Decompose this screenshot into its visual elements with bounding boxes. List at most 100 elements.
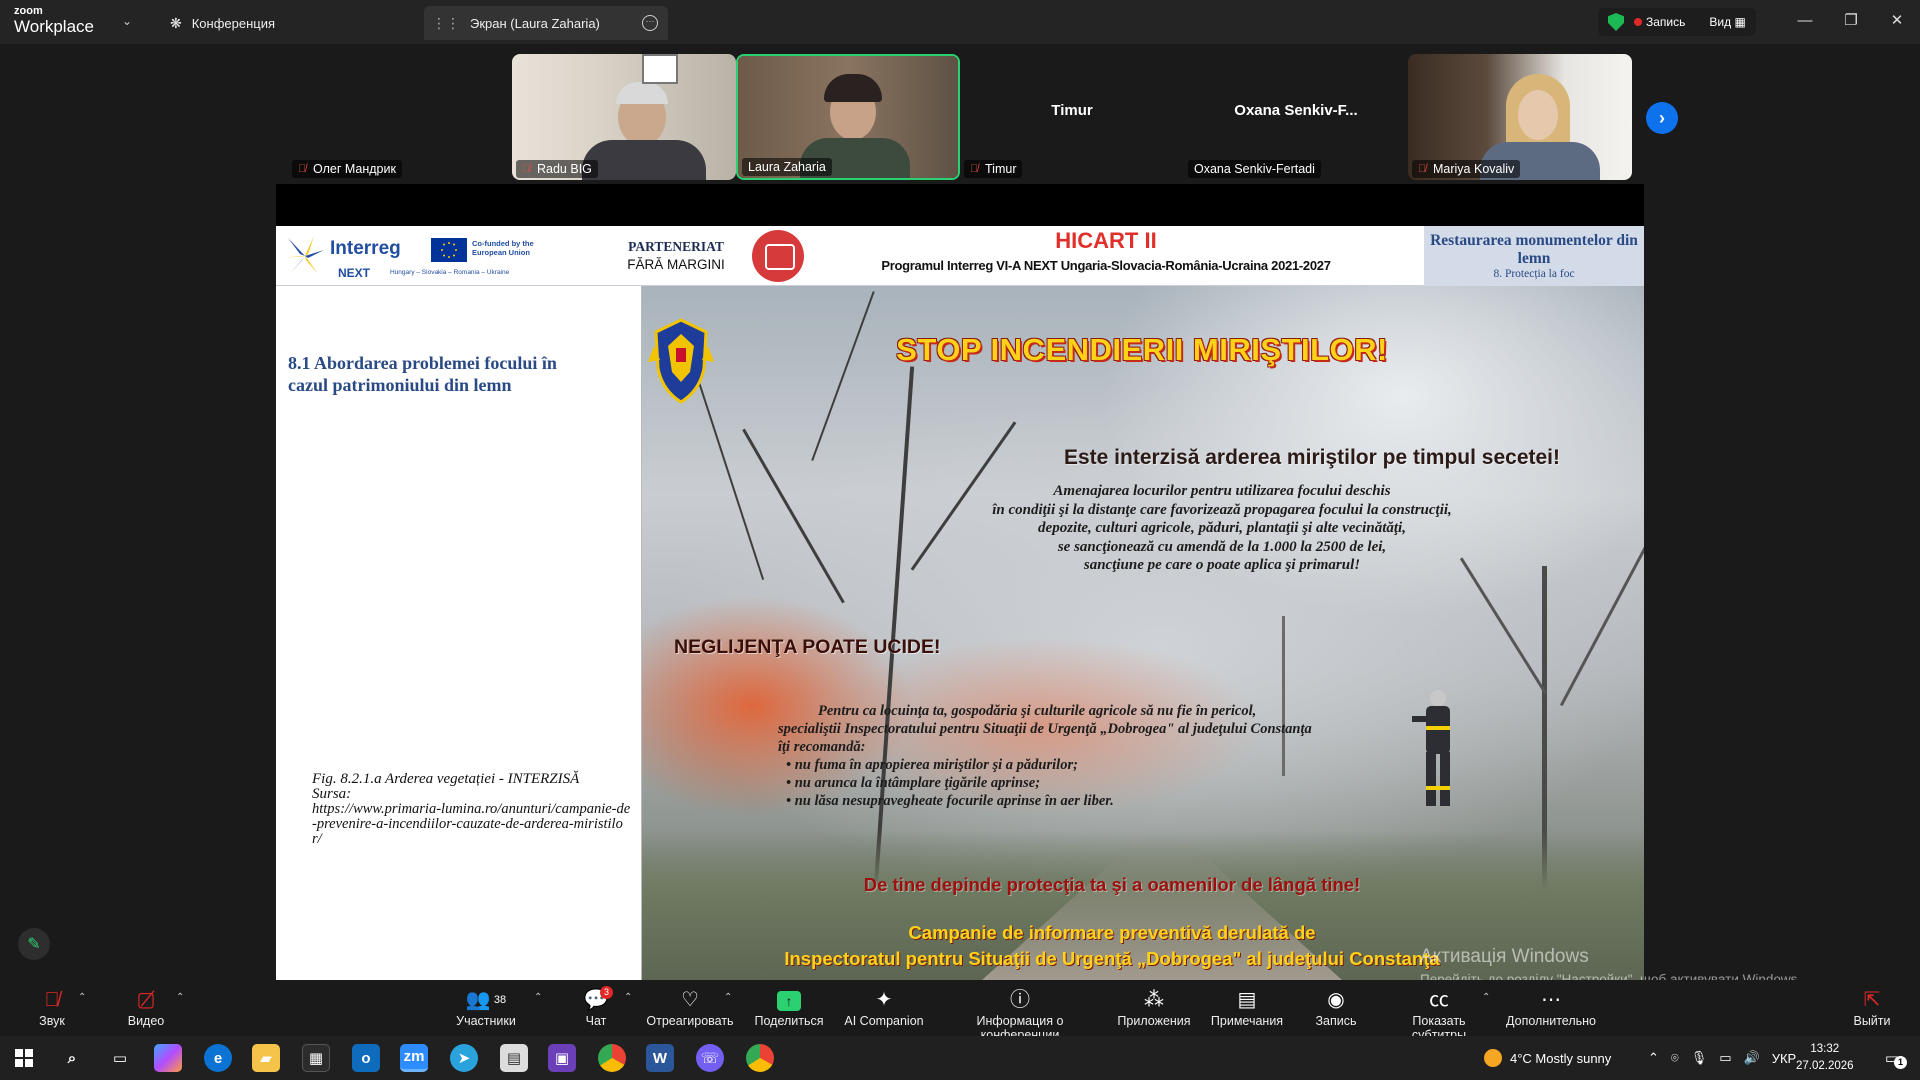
poster-amenda-text: Amenajarea locurilor pentru utilizarea f… [922,482,1522,575]
participant-tile[interactable]: 🎙̸ Олег Мандрик [288,54,512,180]
audio-button[interactable]: 🎙̸ Звук [30,988,74,1028]
notes-button[interactable]: ▤ Примечания [1208,988,1286,1028]
tab-conference[interactable]: ❋ Конференция [170,6,275,40]
ai-companion-button[interactable]: ✦ AI Companion [842,988,926,1028]
chat-button[interactable]: 💬 3 Чат [576,986,616,1028]
participants-options-caret[interactable]: ⌃ [534,992,542,1003]
apps-button[interactable]: ⁂ Приложения [1114,988,1194,1028]
captions-options-caret[interactable]: ⌃ [1482,992,1490,1003]
heritage-logo-icon [752,230,804,282]
chevron-down-icon[interactable]: ⌄ [122,14,132,28]
chapter-box: Restaurarea monumentelor din lemn 8. Pro… [1424,226,1644,286]
share-button[interactable]: ↑ Поделиться [752,988,826,1028]
clock[interactable]: 13:32 27.02.2026 [1796,1041,1854,1075]
apps-icon: ⁂ [1144,989,1164,1011]
windows-start-icon[interactable] [10,1044,38,1072]
poster-amenda-line: Amenajarea locurilor pentru utilizarea f… [1053,483,1391,499]
camera-off-icon: ▢̸ [136,989,156,1011]
participant-tile[interactable]: Timur 🎙̸ Timur [960,54,1184,180]
tree-branch [1559,545,1644,707]
volume-icon[interactable]: 🔊 [1744,1050,1760,1066]
eu-flag-icon [431,238,467,262]
record-label: Запись [1646,15,1686,29]
participants-count: 38 [493,994,507,1006]
weather-widget[interactable]: 4°C Mostly sunny [1484,1036,1611,1080]
record-button[interactable]: ◉ Запись [1310,988,1362,1028]
poster-rec-bullet: • nu arunca la întâmplare ţigările aprin… [786,775,1041,791]
tab-screen-share[interactable]: ⋮⋮ Экран (Laura Zaharia) ··· [424,6,668,40]
zoom-taskbar-icon[interactable]: zm [400,1044,428,1072]
network-icon[interactable]: ▭ [1719,1050,1731,1066]
video-options-caret[interactable]: ⌃ [176,992,184,1003]
recording-indicator[interactable]: Запись [1634,15,1685,29]
more-icon[interactable]: ··· [642,15,658,31]
edge-icon[interactable]: e [204,1044,232,1072]
more-button[interactable]: ⋯ Дополнительно [1504,988,1598,1028]
next-page-button[interactable]: › [1646,102,1678,134]
poster-campaign: Campanie de informare preventivă derulat… [702,920,1522,972]
language-indicator[interactable]: УКР [1772,1051,1797,1066]
leave-button[interactable]: ⇱ Выйти [1852,988,1892,1028]
interreg-next: NEXT [338,266,371,280]
notepad-icon[interactable]: ▤ [500,1044,528,1072]
poster-neglijenta: NEGLIJENŢA POATE UCIDE! [674,636,941,658]
notes-icon: ▤ [1237,989,1257,1011]
outlook-icon[interactable]: o [352,1044,380,1072]
search-icon[interactable]: ⌕ [58,1044,86,1072]
poster-depinde: De tine depinde protecţia ta şi a oameni… [863,874,1361,895]
muted-mic-icon: 🎙̸ [298,163,307,175]
notifications-icon[interactable]: ▭ 1 [1878,1044,1908,1072]
react-button[interactable]: ♡ Отреагировать [644,988,736,1028]
participant-tile-active[interactable]: Laura Zaharia [736,54,960,180]
tree-branch [811,291,875,461]
zoom-logo[interactable]: zoom Workplace [14,6,94,36]
participant-tile[interactable]: 🎙̸ Mariya Kovaliv [1408,54,1632,180]
fire-poster: STOP INCENDIERII MIRIŞTILOR! Este interz… [642,286,1644,980]
mic-tray-icon[interactable]: 🎙 [1691,1050,1708,1066]
audio-options-caret[interactable]: ⌃ [78,992,86,1003]
chat-options-caret[interactable]: ⌃ [624,992,632,1003]
clock-date: 27.02.2026 [1796,1060,1854,1072]
hicart-title: HICART II [1055,228,1157,253]
participant-tile[interactable]: Oxana Senkiv-F... Oxana Senkiv-Fertadi [1184,54,1408,180]
participant-name: Laura Zaharia [748,160,826,174]
caption-source: Sursa: [312,786,352,802]
meeting-info-button[interactable]: ⓘ Информация о конференции [936,988,1104,1042]
video-button[interactable]: ▢̸ Видео [124,988,168,1028]
poster-recommendations: Pentru ca locuinţa ta, gospodăria şi cul… [778,702,1418,810]
save-app-icon[interactable]: ▣ [548,1044,576,1072]
task-view-icon[interactable]: ▭ [106,1044,134,1072]
viber-icon[interactable]: ☏ [696,1044,724,1072]
participant-namebar: 🎙̸ Олег Мандрик [292,160,402,178]
chrome-profile-icon[interactable] [746,1044,774,1072]
annotate-button[interactable]: ✎ [18,928,50,960]
section-title: 8.1 Abordarea problemei focului în cazul… [288,353,557,395]
captions-button[interactable]: ㏄ Показать субтитры [1384,988,1494,1042]
close-button[interactable]: ✕ [1874,0,1920,40]
participant-tile[interactable]: 🎙̸ Radu BIG [512,54,736,180]
hicart-subtitle: Programul Interreg VI-A NEXT Ungaria-Slo… [881,258,1331,273]
telegram-icon[interactable]: ➤ [450,1044,478,1072]
chevron-up-icon[interactable]: ⌃ [1648,1050,1659,1066]
pencil-icon: ✎ [27,936,41,953]
copilot-icon[interactable] [154,1044,182,1072]
audio-label: Звук [39,1014,65,1028]
more-icon: ⋯ [1541,989,1561,1011]
captions-icon: ㏄ [1429,989,1449,1011]
poster-campaign-line: Inspectoratul pentru Situaţii de Urgenţă… [784,948,1440,969]
eu-cofunded-text: Co-funded by the European Union [472,239,534,257]
view-button[interactable]: Вид ▦ [1709,15,1745,29]
participants-button[interactable]: 👥 38 Участники [450,988,522,1028]
chrome-icon[interactable] [598,1044,626,1072]
camera-tray-icon[interactable]: ⌾ [1671,1050,1679,1066]
store-icon[interactable]: ▦ [302,1044,330,1072]
watermark-title: Активація Windows [1420,946,1589,967]
minimize-button[interactable]: — [1782,0,1828,40]
muted-mic-icon: 🎙̸ [522,163,531,175]
word-icon[interactable]: W [646,1044,674,1072]
view-label: Вид [1709,15,1732,29]
file-explorer-icon[interactable]: ▰ [252,1044,280,1072]
restore-button[interactable]: ❐ [1828,0,1874,40]
react-options-caret[interactable]: ⌃ [724,992,732,1003]
poster-stop-headline: STOP INCENDIERII MIRIŞTILOR! [896,332,1388,367]
